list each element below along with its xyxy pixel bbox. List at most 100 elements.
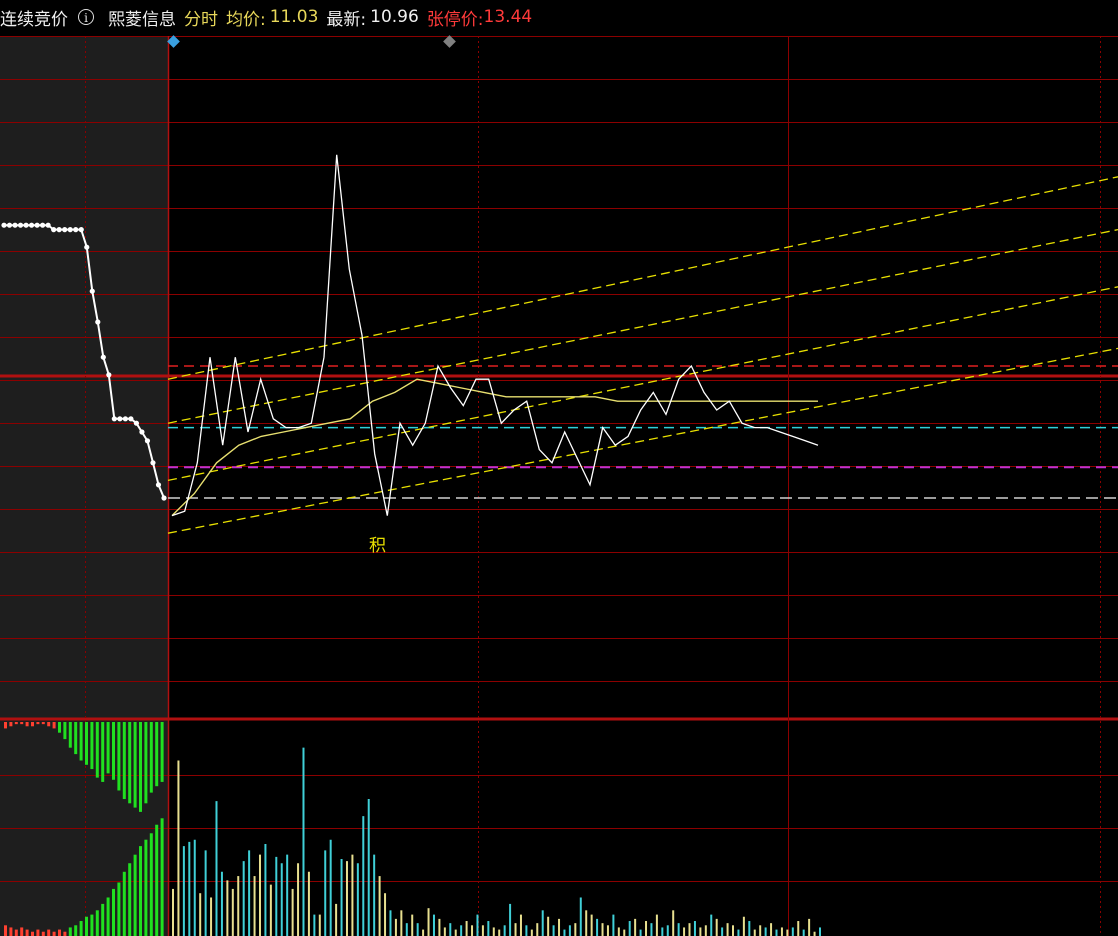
auction-volume-bar [160,818,164,936]
auction-imbalance-bar [20,722,24,725]
auction-volume-bar [74,925,78,936]
auction-volume-bar [4,925,7,936]
auction-imbalance-bar [41,722,45,725]
auction-volume-bar [63,931,67,936]
chart-markers: 积 [167,35,456,556]
auction-volume-bar [52,931,56,936]
auction-volume-bar [139,846,142,936]
pre-market-price-dot [28,222,35,228]
pre-market-price-dot [128,416,134,422]
pre-market-price-dot [6,222,13,228]
auction-volume-bar [36,929,40,936]
auction-volume-bar [9,927,13,936]
auction-volume-bar [133,854,137,936]
pre-market-price-dot [1,222,7,228]
pre-market-price-dot [73,227,79,233]
pre-market-price-dot [139,429,145,435]
pre-market-price-dot [133,420,140,426]
pre-market-price-dot [78,227,84,233]
pre-market-price-dot [84,244,90,250]
pre-market-panel [0,36,168,936]
auction-volume-bar [20,927,24,936]
auction-volume-bar [25,929,29,936]
pre-market-price-dot [45,222,51,228]
auction-imbalance-bar [101,722,105,782]
auction-imbalance-bar [133,722,137,808]
auction-imbalance-bar [36,722,40,725]
pre-market-price-dot [40,222,46,228]
auction-imbalance-bar [74,722,78,755]
auction-imbalance-bar [160,722,164,782]
pre-market-price-dot [62,227,68,233]
pre-market-price-dot [117,416,123,422]
auction-imbalance-bar [144,722,148,804]
auction-volume-bar [106,897,110,936]
pre-market-price-dot [17,222,24,228]
auction-imbalance-bar [112,722,115,780]
auction-imbalance-bar [63,722,67,740]
auction-volume-bar [90,914,94,936]
signal-label: 积 [369,536,386,556]
pre-market-price-dot [12,222,18,228]
auction-imbalance-bar [155,722,159,787]
channel-line [167,286,1118,482]
auction-volume-bar [149,833,153,936]
auction-volume-bar [128,863,132,936]
auction-volume-bar [41,931,45,936]
auction-volume-bar [14,929,18,936]
auction-volume-bar [117,882,121,936]
auction-imbalance-bar [95,722,99,778]
auction-volume-bar [144,839,148,936]
pre-market-price-dot [122,416,128,422]
pre-market-price-dot [95,319,101,325]
pre-market-price-dot [34,222,40,228]
pre-market-price-dot [150,460,156,466]
pre-market-price-dot [106,372,112,378]
auction-imbalance-bar [85,722,88,765]
pre-market-price-dot [67,227,73,233]
auction-imbalance-bar [122,722,126,800]
auction-volume-bar [112,888,115,936]
channel-line [167,228,1118,424]
auction-volume-bar [79,921,83,936]
pre-market-price-dot [56,227,62,233]
auction-imbalance-bar [31,722,34,727]
pre-market-price-dot [51,227,57,233]
auction-imbalance-bar [4,722,7,729]
pre-market-price-dot [161,495,167,501]
price-volume-chart[interactable]: 积 [0,0,1118,936]
pre-market-price-dot [100,354,106,360]
auction-imbalance-bar [9,722,13,727]
auction-volume-bar [68,927,72,936]
auction-imbalance-bar [47,722,51,727]
auction-volume-bar [31,931,34,936]
reference-lines [168,365,1118,499]
auction-imbalance-bar [106,722,110,774]
channel-line [167,176,1118,380]
auction-volume-bar [47,929,51,936]
auction-volume-bar [122,871,126,936]
auction-imbalance-bar [117,722,121,791]
auction-imbalance-bar [52,722,56,729]
auction-imbalance-bar [90,722,94,770]
auction-volume-bar [85,916,88,936]
auction-volume-bar [155,824,159,936]
intraday-chart-window: 连续竞价 i 熙菱信息 分时 均价: 11.03 最新: 10.96 张停价: … [0,0,1118,936]
auction-imbalance-bar [139,722,142,812]
auction-imbalance-bar [79,722,83,761]
auction-volume-bar [58,929,61,936]
auction-imbalance-bar [68,722,72,748]
diamond-gray-icon [443,35,456,48]
pre-market-price-dot [111,416,117,422]
pre-market-price-dot [144,438,151,444]
trend-channel-lines [167,176,1118,534]
auction-imbalance-bar [149,722,153,793]
auction-imbalance-bar [128,722,132,804]
pre-market-price-dot [155,482,162,488]
auction-volume-bar [101,903,105,936]
auction-imbalance-bar [58,722,61,733]
pre-market-price-dot [89,288,95,294]
pre-market-price-dot [23,222,29,228]
auction-imbalance-bar [14,722,18,725]
auction-volume-bar [95,910,99,936]
